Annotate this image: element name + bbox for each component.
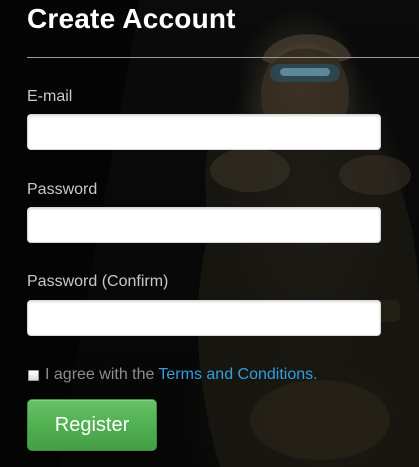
terms-suffix: . — [313, 366, 318, 383]
email-field[interactable] — [27, 114, 381, 150]
password-confirm-field[interactable] — [27, 300, 381, 336]
title-divider — [27, 57, 419, 58]
password-confirm-label: Password (Confirm) — [27, 273, 169, 290]
password-field[interactable] — [27, 207, 381, 243]
page-title: Create Account — [27, 3, 236, 34]
terms-checkbox[interactable] — [28, 369, 39, 381]
password-label: Password — [27, 181, 98, 198]
terms-agreement: I agree with the Terms and Conditions . — [27, 365, 318, 385]
terms-agreement-text: I agree with the — [45, 366, 155, 383]
email-label: E-mail — [27, 88, 73, 105]
register-button[interactable]: Register — [27, 399, 157, 451]
terms-link[interactable]: Terms and Conditions — [158, 366, 313, 384]
